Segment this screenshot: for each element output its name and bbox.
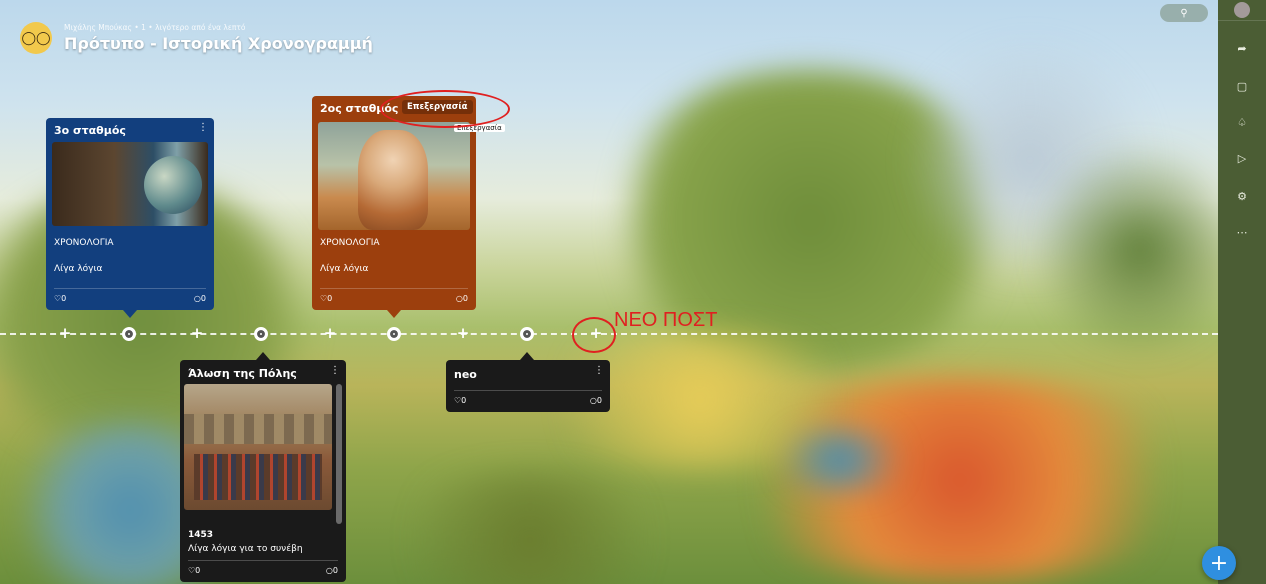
comment-button[interactable]: ○0 xyxy=(326,566,338,575)
more-icon[interactable]: ⋮ xyxy=(330,365,340,376)
play-icon[interactable]: ▷ xyxy=(1230,146,1254,170)
comment-button[interactable]: ○0 xyxy=(456,294,468,303)
post-footer: ♡0 ○0 xyxy=(54,288,206,303)
add-post-plus-icon[interactable]: + xyxy=(321,324,339,342)
post-footer: ♡0 ○0 xyxy=(454,390,602,405)
screen-icon[interactable]: ▢ xyxy=(1230,74,1254,98)
post-body: Λίγα λόγια για το συνέβη xyxy=(188,544,303,554)
add-post-plus-icon[interactable]: + xyxy=(188,324,206,342)
like-button[interactable]: ♡0 xyxy=(320,294,332,303)
comment-icon: ○ xyxy=(589,396,597,405)
post-image-venus xyxy=(318,122,470,230)
comment-button[interactable]: ○0 xyxy=(194,294,206,303)
user-avatar[interactable] xyxy=(1234,2,1250,18)
post-footer: ♡0 ○0 xyxy=(188,560,338,575)
timeline-node[interactable] xyxy=(122,327,136,341)
comment-icon: ○ xyxy=(193,294,201,303)
comment-icon: ○ xyxy=(455,294,463,303)
board-meta: Μιχάλης Μπούκας • 1 • λιγότερο από ένα λ… xyxy=(64,23,246,32)
comment-button[interactable]: ○0 xyxy=(590,396,602,405)
board-header: ◯◯ Μιχάλης Μπούκας • 1 • λιγότερο από έν… xyxy=(20,22,373,54)
post-footer: ♡0 ○0 xyxy=(320,288,468,303)
timeline-node[interactable] xyxy=(254,327,268,341)
post-body: Λίγα λόγια xyxy=(320,264,369,274)
add-post-button[interactable]: + xyxy=(1202,546,1236,580)
board-title[interactable]: Πρότυπο - Ιστορική Χρονογραμμή xyxy=(64,34,373,53)
add-post-plus-icon[interactable]: + xyxy=(56,324,74,342)
post-subtitle: 1453 xyxy=(188,530,214,540)
more-icon[interactable]: ⋮ xyxy=(594,365,604,376)
like-button[interactable]: ♡0 xyxy=(54,294,66,303)
post-image-globe xyxy=(52,142,208,226)
bell-icon[interactable]: ♤ xyxy=(1230,110,1254,134)
post-card-station-2[interactable]: 2ος σταθμός Επεξεργασία ⋮ ΧΡΟΝΟΛΟΓΙΑ Λίγ… xyxy=(312,96,476,318)
gear-icon[interactable]: ⚙ xyxy=(1230,184,1254,208)
more-icon[interactable]: ⋯ xyxy=(1230,220,1254,244)
post-title: Άλωση της Πόλης xyxy=(188,367,297,380)
post-subtitle: ΧΡΟΝΟΛΟΓΙΑ xyxy=(54,238,114,248)
annotation-edit-ellipse xyxy=(380,90,510,128)
post-card-fall-of-city[interactable]: Άλωση της Πόλης ⋮ 1453 Λίγα λόγια για το… xyxy=(180,352,346,582)
like-button[interactable]: ♡0 xyxy=(454,396,466,405)
timeline-node[interactable] xyxy=(387,327,401,341)
post-card-neo[interactable]: neo ⋮ ♡0 ○0 xyxy=(446,352,610,412)
post-subtitle: ΧΡΟΝΟΛΟΓΙΑ xyxy=(320,238,380,248)
more-icon[interactable]: ⋮ xyxy=(198,122,208,133)
card-scrollbar[interactable] xyxy=(336,384,342,524)
right-toolbar: ➦ ▢ ♤ ▷ ⚙ ⋯ xyxy=(1218,0,1266,584)
post-card-station-3[interactable]: 3ο σταθμός ⋮ ΧΡΟΝΟΛΟΓΙΑ Λίγα λόγια ♡0 ○0 xyxy=(46,118,214,318)
timeline-node[interactable] xyxy=(520,327,534,341)
like-button[interactable]: ♡0 xyxy=(188,566,200,575)
post-title: 3ο σταθμός xyxy=(54,124,126,137)
annotation-plus-circle xyxy=(572,317,616,353)
annotation-new-post-label: ΝΕΟ ΠΟΣΤ xyxy=(614,309,718,331)
post-body: Λίγα λόγια xyxy=(54,264,103,274)
add-post-plus-icon[interactable]: + xyxy=(454,324,472,342)
nerd-face-icon[interactable]: ◯◯ xyxy=(20,22,52,54)
search-icon[interactable]: ⚲ xyxy=(1160,4,1208,22)
plus-icon: + xyxy=(1209,550,1229,576)
post-image-siege xyxy=(184,384,332,510)
share-icon[interactable]: ➦ xyxy=(1230,36,1254,60)
post-title: neo xyxy=(454,368,477,381)
comment-icon: ○ xyxy=(325,566,333,575)
